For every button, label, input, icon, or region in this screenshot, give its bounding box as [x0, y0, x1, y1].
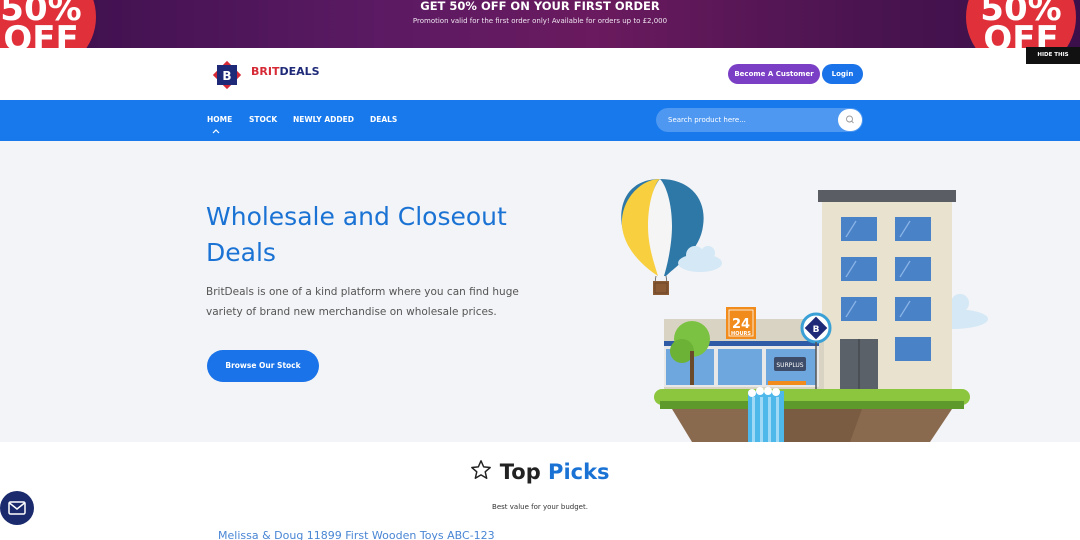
star-icon — [471, 460, 492, 479]
hide-promo-button[interactable]: HIDE THIS — [1026, 47, 1080, 64]
sign-24: 24 — [732, 317, 750, 332]
nav-item-stock[interactable]: STOCK — [249, 115, 277, 124]
promo-banner: 50% OFF GET 50% OFF ON YOUR FIRST ORDER … — [0, 0, 1080, 48]
search-bar — [656, 108, 863, 132]
britdeals-logo-icon[interactable]: B — [211, 59, 243, 91]
site-header: B BRITDEALS Become A Customer Login — [0, 48, 1080, 100]
nav-item-newly-added[interactable]: NEWLY ADDED — [293, 115, 354, 124]
main-nav: HOME STOCK NEWLY ADDED DEALS — [0, 100, 1080, 141]
nav-item-deals[interactable]: DEALS — [370, 115, 397, 124]
search-icon — [846, 115, 854, 124]
browse-stock-button[interactable]: Browse Our Stock — [207, 350, 319, 382]
search-button[interactable] — [838, 109, 862, 131]
search-input[interactable] — [668, 108, 828, 132]
top-picks-title-a: Top — [499, 460, 541, 484]
hero-description: BritDeals is one of a kind platform wher… — [206, 286, 519, 318]
top-picks-title-b: Picks — [548, 460, 610, 484]
sign-surplus: SURPLUS — [776, 362, 803, 369]
discount-badge-right: 50% OFF — [966, 0, 1076, 48]
nav-item-home[interactable]: HOME — [207, 115, 232, 124]
hero-illustration: 24 HOURS B SURPLUS — [621, 179, 988, 442]
top-picks-subtitle: Best value for your budget. — [492, 503, 588, 511]
active-caret-icon — [212, 129, 220, 134]
brand-name[interactable]: BRITDEALS — [251, 65, 320, 78]
login-button[interactable]: Login — [822, 64, 863, 84]
promo-title: GET 50% OFF ON YOUR FIRST ORDER — [420, 0, 660, 13]
hero-section: Wholesale and Closeout Deals BritDeals i… — [0, 141, 1080, 442]
product-title-link[interactable]: Melissa & Doug 11899 First Wooden Toys A… — [218, 529, 495, 540]
svg-text:B: B — [222, 69, 231, 83]
hot-air-balloon-icon — [621, 179, 704, 295]
shop-badge-letter: B — [813, 325, 820, 335]
hero-title: Wholesale and Closeout Deals — [206, 202, 507, 267]
promo-subtitle: Promotion valid for the first order only… — [412, 17, 668, 25]
brand-name-blue: DEALS — [279, 65, 320, 78]
mail-icon — [8, 501, 26, 515]
contact-button[interactable] — [0, 491, 34, 525]
brand-name-red: BRIT — [251, 65, 280, 78]
become-customer-button[interactable]: Become A Customer — [728, 64, 820, 84]
top-picks-heading: Top Picks — [0, 459, 1080, 484]
sign-hours: HOURS — [731, 331, 751, 337]
